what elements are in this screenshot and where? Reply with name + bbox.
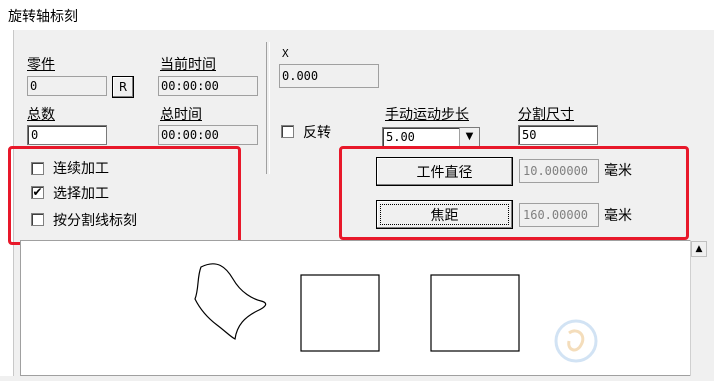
current-time-label: 当前时间 bbox=[160, 57, 216, 73]
vertical-scrollbar[interactable] bbox=[690, 240, 708, 376]
reset-button[interactable]: R bbox=[112, 76, 134, 98]
part-label: 零件 bbox=[27, 57, 55, 73]
watermark-logo bbox=[554, 319, 598, 363]
split-size-label: 分割尺寸 bbox=[518, 107, 574, 123]
chevron-down-icon[interactable]: ▼ bbox=[459, 128, 479, 146]
part-count-field: 0 bbox=[27, 76, 107, 96]
split-size-input[interactable]: 50 bbox=[518, 125, 598, 145]
scroll-up-icon[interactable]: ▲ bbox=[691, 241, 707, 257]
x-position-field: 0.000 bbox=[279, 64, 379, 88]
total-time-label: 总时间 bbox=[160, 107, 202, 123]
reverse-checkbox[interactable] bbox=[281, 125, 294, 138]
total-label: 总数 bbox=[27, 107, 55, 123]
preview-shapes bbox=[194, 263, 598, 363]
total-input[interactable]: 0 bbox=[27, 125, 107, 145]
step-label: 手动运动步长 bbox=[385, 107, 469, 123]
square-shape bbox=[300, 274, 380, 352]
preview-canvas[interactable] bbox=[20, 240, 690, 376]
reverse-label: 反转 bbox=[303, 125, 331, 141]
title-bar bbox=[0, 0, 714, 30]
x-axis-label: X bbox=[282, 47, 289, 60]
dims-highlight-box bbox=[339, 146, 689, 240]
freeform-curve-shape bbox=[194, 263, 267, 340]
window-title: 旋转轴标刻 bbox=[8, 9, 78, 25]
mode-highlight-box bbox=[8, 146, 241, 245]
vertical-separator bbox=[266, 42, 270, 174]
current-time-field: 00:00:00 bbox=[158, 76, 258, 96]
total-time-field: 00:00:00 bbox=[158, 125, 258, 145]
rectangle-shape bbox=[430, 274, 520, 352]
